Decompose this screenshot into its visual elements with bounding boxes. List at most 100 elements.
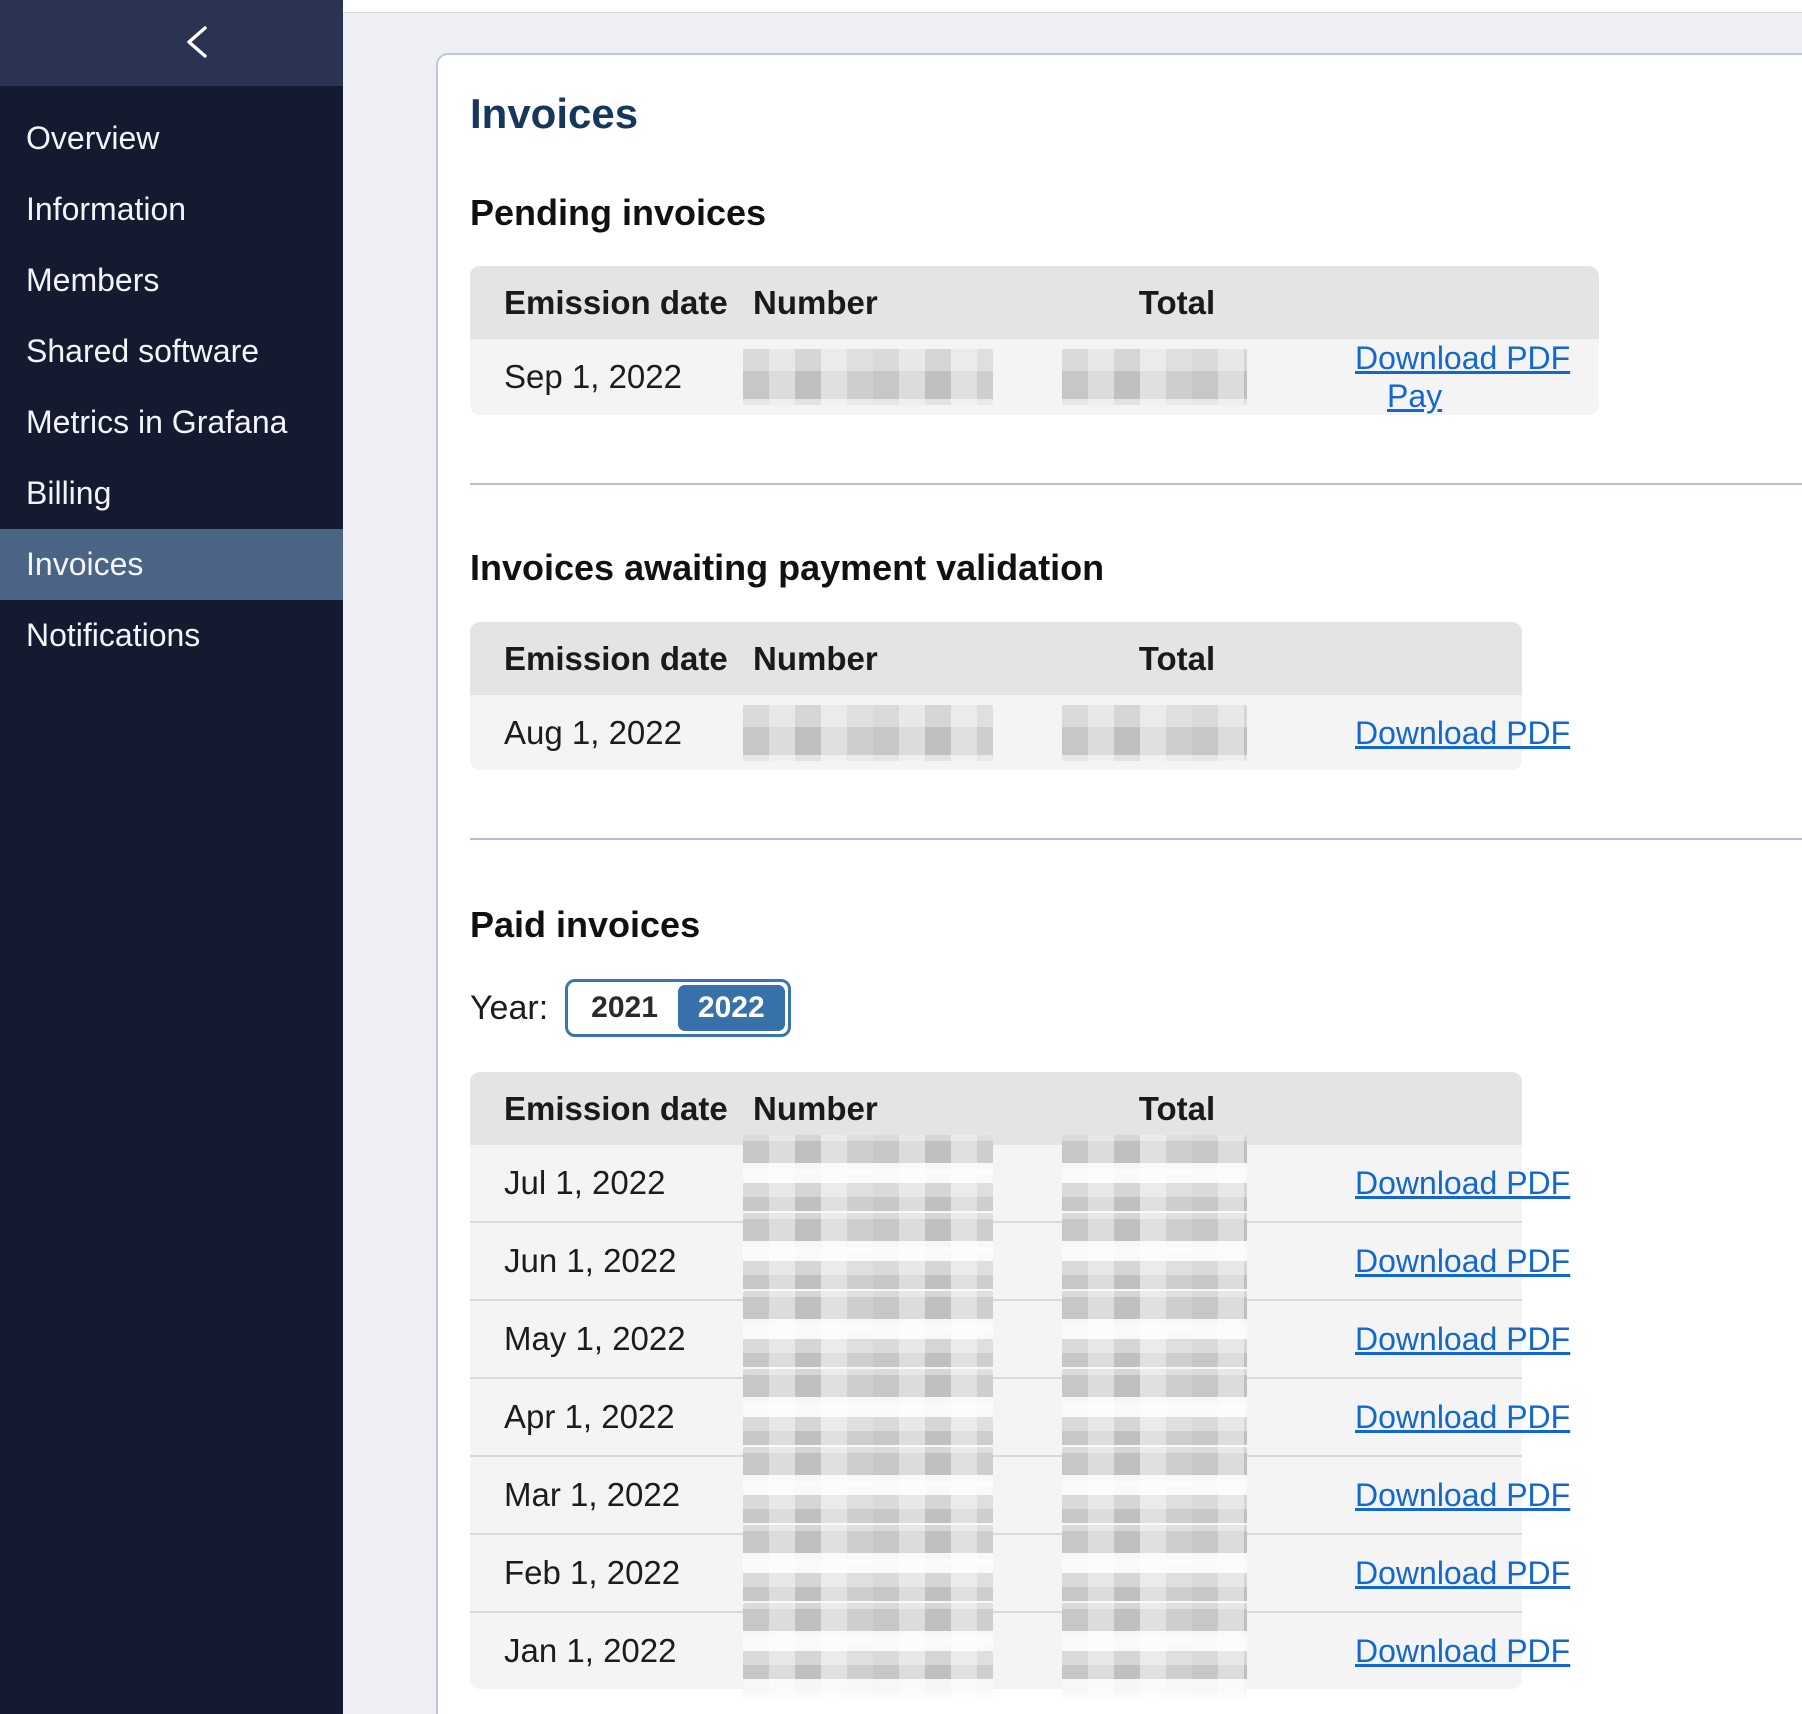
page-title: Invoices: [470, 89, 1802, 139]
sidebar-item[interactable]: Notifications: [0, 600, 343, 671]
pending-invoices-table: Emission date Number Total Sep 1, 2022 D…: [470, 266, 1599, 415]
actions-cell: Download PDF: [1302, 1299, 1522, 1377]
sidebar-item[interactable]: Invoices: [0, 529, 343, 600]
sidebar-item[interactable]: Shared software: [0, 316, 343, 387]
download-pdf-link[interactable]: Download PDF: [1355, 1243, 1570, 1279]
year-label: Year:: [470, 989, 548, 1028]
sidebar-item-label: Notifications: [26, 617, 200, 653]
table-row: Apr 1, 2022 Download PDF: [470, 1377, 1522, 1455]
invoice-total-cell: [1052, 1533, 1302, 1611]
invoice-total-cell: [1052, 1455, 1302, 1533]
table-row: Jan 1, 2022 Download PDF: [470, 1611, 1522, 1689]
download-pdf-link[interactable]: Download PDF: [1355, 1321, 1570, 1357]
emission-date-cell: Jan 1, 2022: [470, 1611, 753, 1689]
invoice-number-cell: [753, 1299, 1052, 1377]
actions-cell: Download PDF: [1302, 1145, 1522, 1221]
col-actions: [1302, 1072, 1522, 1145]
year-filter-row: Year: 2021 2022: [470, 979, 1802, 1037]
invoice-total-cell: [1052, 1145, 1302, 1221]
emission-date-cell: Aug 1, 2022: [470, 695, 753, 770]
actions-cell: Download PDF: [1302, 1377, 1522, 1455]
sidebar-item-label: Invoices: [26, 546, 143, 582]
col-emission-date: Emission date: [470, 266, 753, 339]
awaiting-validation-table: Emission date Number Total Aug 1, 2022 D…: [470, 622, 1522, 770]
download-pdf-link[interactable]: Download PDF: [1355, 340, 1570, 376]
sidebar-item[interactable]: Metrics in Grafana: [0, 387, 343, 458]
table-row: Jun 1, 2022 Download PDF: [470, 1221, 1522, 1299]
download-pdf-link[interactable]: Download PDF: [1355, 1555, 1570, 1591]
emission-date-cell: Apr 1, 2022: [470, 1377, 753, 1455]
emission-date-cell: Mar 1, 2022: [470, 1455, 753, 1533]
actions-cell: Download PDF: [1302, 1533, 1522, 1611]
redacted-invoice-number: [743, 705, 993, 761]
redacted-invoice-total: [1062, 705, 1247, 761]
sidebar-item[interactable]: Overview: [0, 103, 343, 174]
table-row: May 1, 2022 Download PDF: [470, 1299, 1522, 1377]
download-pdf-link[interactable]: Download PDF: [1355, 1399, 1570, 1435]
sidebar-item-label: Billing: [26, 475, 111, 511]
sidebar-item[interactable]: Information: [0, 174, 343, 245]
col-actions: [1302, 266, 1599, 339]
year-option-button[interactable]: 2022: [678, 985, 785, 1031]
actions-cell: Download PDF: [1302, 1221, 1522, 1299]
invoice-number-cell: [753, 1221, 1052, 1299]
download-pdf-link[interactable]: Download PDF: [1355, 1165, 1570, 1201]
table-row: Sep 1, 2022 Download PDF Pay: [470, 339, 1599, 415]
invoice-total-cell: [1052, 1221, 1302, 1299]
table-header-row: Emission date Number Total: [470, 266, 1599, 339]
table-row: Feb 1, 2022 Download PDF: [470, 1533, 1522, 1611]
invoice-total-cell: [1052, 339, 1302, 415]
invoice-total-cell: [1052, 695, 1302, 770]
paid-invoices-heading: Paid invoices: [470, 903, 1802, 946]
col-number: Number: [753, 266, 1052, 339]
table-header-row: Emission date Number Total: [470, 622, 1522, 695]
download-pdf-link[interactable]: Download PDF: [1355, 1633, 1570, 1669]
section-divider: [470, 483, 1802, 485]
emission-date-cell: Jun 1, 2022: [470, 1221, 753, 1299]
emission-date-cell: May 1, 2022: [470, 1299, 753, 1377]
invoices-card: Invoices Pending invoices Emission date …: [436, 53, 1802, 1714]
sidebar-item-label: Metrics in Grafana: [26, 404, 287, 440]
invoice-total-cell: [1052, 1611, 1302, 1689]
col-actions: [1302, 622, 1522, 695]
col-emission-date: Emission date: [470, 622, 753, 695]
invoice-number-cell: [753, 1455, 1052, 1533]
invoice-number-cell: [753, 695, 1052, 770]
actions-cell: Download PDF Pay: [1302, 339, 1599, 415]
col-emission-date: Emission date: [470, 1072, 753, 1145]
table-header-row: Emission date Number Total: [470, 1072, 1522, 1145]
sidebar-header: [0, 0, 343, 86]
emission-date-cell: Sep 1, 2022: [470, 339, 753, 415]
section-divider: [470, 838, 1802, 840]
table-row: Aug 1, 2022 Download PDF: [470, 695, 1522, 770]
invoice-total-cell: [1052, 1377, 1302, 1455]
main-area: Invoices Pending invoices Emission date …: [343, 0, 1802, 1714]
sidebar-item-label: Members: [26, 262, 159, 298]
invoice-number-cell: [753, 1377, 1052, 1455]
sidebar-item-label: Overview: [26, 120, 159, 156]
sidebar-item[interactable]: Billing: [0, 458, 343, 529]
top-strip: [343, 0, 1802, 13]
pending-invoices-heading: Pending invoices: [470, 191, 1802, 234]
year-option-button[interactable]: 2021: [571, 985, 678, 1031]
col-number: Number: [753, 622, 1052, 695]
actions-cell: Download PDF: [1302, 695, 1522, 770]
emission-date-cell: Jul 1, 2022: [470, 1145, 753, 1221]
sidebar-menu: Overview Information Members Shared soft…: [0, 103, 343, 671]
invoice-number-cell: [753, 1533, 1052, 1611]
col-total: Total: [1052, 622, 1302, 695]
year-toggle: 2021 2022: [565, 979, 791, 1037]
invoice-number-cell: [753, 1611, 1052, 1689]
redacted-invoice-total: [1062, 349, 1247, 405]
emission-date-cell: Feb 1, 2022: [470, 1533, 753, 1611]
awaiting-validation-heading: Invoices awaiting payment validation: [470, 546, 1802, 589]
col-total: Total: [1052, 266, 1302, 339]
download-pdf-link[interactable]: Download PDF: [1355, 1477, 1570, 1513]
pay-link[interactable]: Pay: [1387, 378, 1442, 414]
collapse-sidebar-button[interactable]: [180, 23, 214, 63]
sidebar-item-label: Information: [26, 191, 186, 227]
sidebar: Overview Information Members Shared soft…: [0, 0, 343, 1714]
download-pdf-link[interactable]: Download PDF: [1355, 715, 1570, 751]
sidebar-item[interactable]: Members: [0, 245, 343, 316]
invoice-number-cell: [753, 339, 1052, 415]
